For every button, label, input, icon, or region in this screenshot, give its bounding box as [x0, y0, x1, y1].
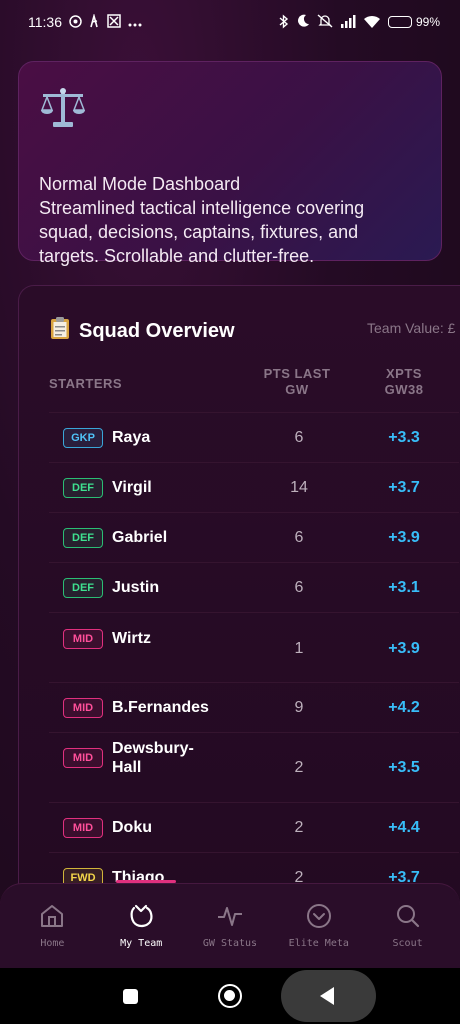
team-value: Team Value: £: [367, 320, 456, 336]
nav-elite-meta[interactable]: Elite Meta: [279, 902, 359, 968]
nav-home[interactable]: Home: [12, 902, 92, 968]
home-icon: [41, 905, 64, 927]
status-left: 11:36: [28, 12, 142, 30]
column-header-starters: STARTERS: [49, 376, 123, 391]
expected-points: +4.2: [388, 699, 420, 716]
expected-points: +3.7: [388, 479, 420, 496]
expected-points: +3.9: [388, 640, 420, 657]
expected-points: +3.1: [388, 579, 420, 596]
nav-my-team[interactable]: My Team: [101, 902, 181, 968]
pulse-icon: [217, 907, 242, 926]
balance-scale-icon: [39, 84, 87, 132]
table-row[interactable]: MID B.Fernandes 9 +4.2: [49, 682, 459, 732]
position-badge: DEF: [63, 528, 103, 548]
expected-points: +3.9: [388, 529, 420, 546]
nav-label-scout: Scout: [392, 938, 423, 949]
points-last-gw: 9: [294, 699, 304, 716]
position-badge: MID: [63, 748, 103, 768]
status-right: 99%: [279, 13, 440, 31]
table-row[interactable]: MID Doku 2 +4.4: [49, 802, 459, 852]
squad-overview-card[interactable]: Squad Overview Team Value: £ STARTERS PT…: [18, 285, 460, 905]
clipboard-icon: [49, 316, 71, 346]
player-name: Doku: [112, 819, 152, 836]
column-header-xpts: XPTS GW38: [384, 366, 424, 397]
points-last-gw: 2: [294, 819, 304, 836]
nav-label-elite-meta: Elite Meta: [288, 938, 349, 949]
app-icon: [107, 14, 121, 30]
recent-apps-button[interactable]: [123, 989, 138, 1004]
wifi-icon: [363, 15, 381, 30]
position-badge: GKP: [63, 428, 103, 448]
moon-icon: [296, 14, 310, 30]
position-badge: DEF: [63, 578, 103, 598]
table-row[interactable]: MID Wirtz 1 +3.9: [49, 612, 459, 682]
points-last-gw: 2: [294, 759, 304, 776]
player-name: Raya: [112, 429, 151, 446]
points-last-gw: 14: [290, 479, 308, 496]
battery-percent: 99%: [415, 15, 440, 29]
home-button[interactable]: [218, 984, 242, 1008]
status-bar: 11:36 99%: [0, 0, 460, 44]
normal-mode-card: Normal Mode Dashboard Streamlined tactic…: [18, 61, 442, 266]
signal-icon: [340, 14, 356, 30]
nav-gw-status[interactable]: GW Status: [190, 902, 270, 968]
points-last-gw: 6: [294, 529, 304, 546]
liverpool-icon: [89, 12, 100, 30]
table-row[interactable]: MID Dewsbury-Hall 2 +3.5: [49, 732, 459, 802]
dashboard-title: Normal Mode Dashboard: [39, 174, 241, 194]
nav-label-home: Home: [40, 938, 65, 949]
position-badge: MID: [63, 818, 103, 838]
player-name: Justin: [112, 579, 160, 596]
more-dots-icon: [128, 16, 142, 29]
squad-header: Squad Overview: [49, 316, 235, 346]
player-name: Dewsbury-Hall: [112, 740, 194, 776]
back-arrow-icon: [320, 987, 334, 1005]
position-badge: MID: [63, 698, 103, 718]
player-name: Gabriel: [112, 529, 168, 546]
nav-scout[interactable]: Scout: [368, 902, 448, 968]
position-badge: MID: [63, 629, 103, 649]
nav-label-gw-status: GW Status: [202, 938, 258, 949]
expected-points: +4.4: [388, 819, 420, 836]
position-badge: DEF: [63, 478, 103, 498]
mute-icon: [317, 14, 333, 30]
player-name: Wirtz: [112, 630, 151, 647]
bottom-navigation: Home My Team GW Status Elite Meta Scout: [0, 883, 460, 968]
column-header-pts: PTS LAST GW: [263, 366, 331, 397]
table-row[interactable]: DEF Virgil 14 +3.7: [49, 462, 459, 512]
points-last-gw: 6: [294, 429, 304, 446]
points-last-gw: 1: [294, 640, 304, 657]
expected-points: +3.3: [388, 429, 420, 446]
search-icon: [396, 905, 419, 928]
table-row[interactable]: GKP Raya 6 +3.3: [49, 412, 459, 462]
system-navigation-bar: [0, 968, 460, 1024]
expected-points: +3.5: [388, 759, 420, 776]
nav-label-my-team: My Team: [120, 938, 163, 949]
bluetooth-icon: [279, 13, 289, 31]
my-team-icon: [130, 904, 153, 928]
status-time: 11:36: [28, 14, 62, 30]
table-row[interactable]: DEF Justin 6 +3.1: [49, 562, 459, 612]
table-row[interactable]: DEF Gabriel 6 +3.9: [49, 512, 459, 562]
chrome-icon: [69, 14, 82, 30]
chevron-circle-icon: [306, 904, 331, 928]
player-name: Virgil: [112, 479, 152, 496]
dashboard-description: Streamlined tactical intelligence coveri…: [39, 198, 365, 266]
app-background: 11:36 99% Normal Mode Dashboard Streamli…: [0, 0, 460, 968]
points-last-gw: 6: [294, 579, 304, 596]
player-name: B.Fernandes: [112, 699, 209, 716]
battery-icon: 99%: [387, 15, 440, 29]
squad-title: Squad Overview: [79, 319, 235, 342]
